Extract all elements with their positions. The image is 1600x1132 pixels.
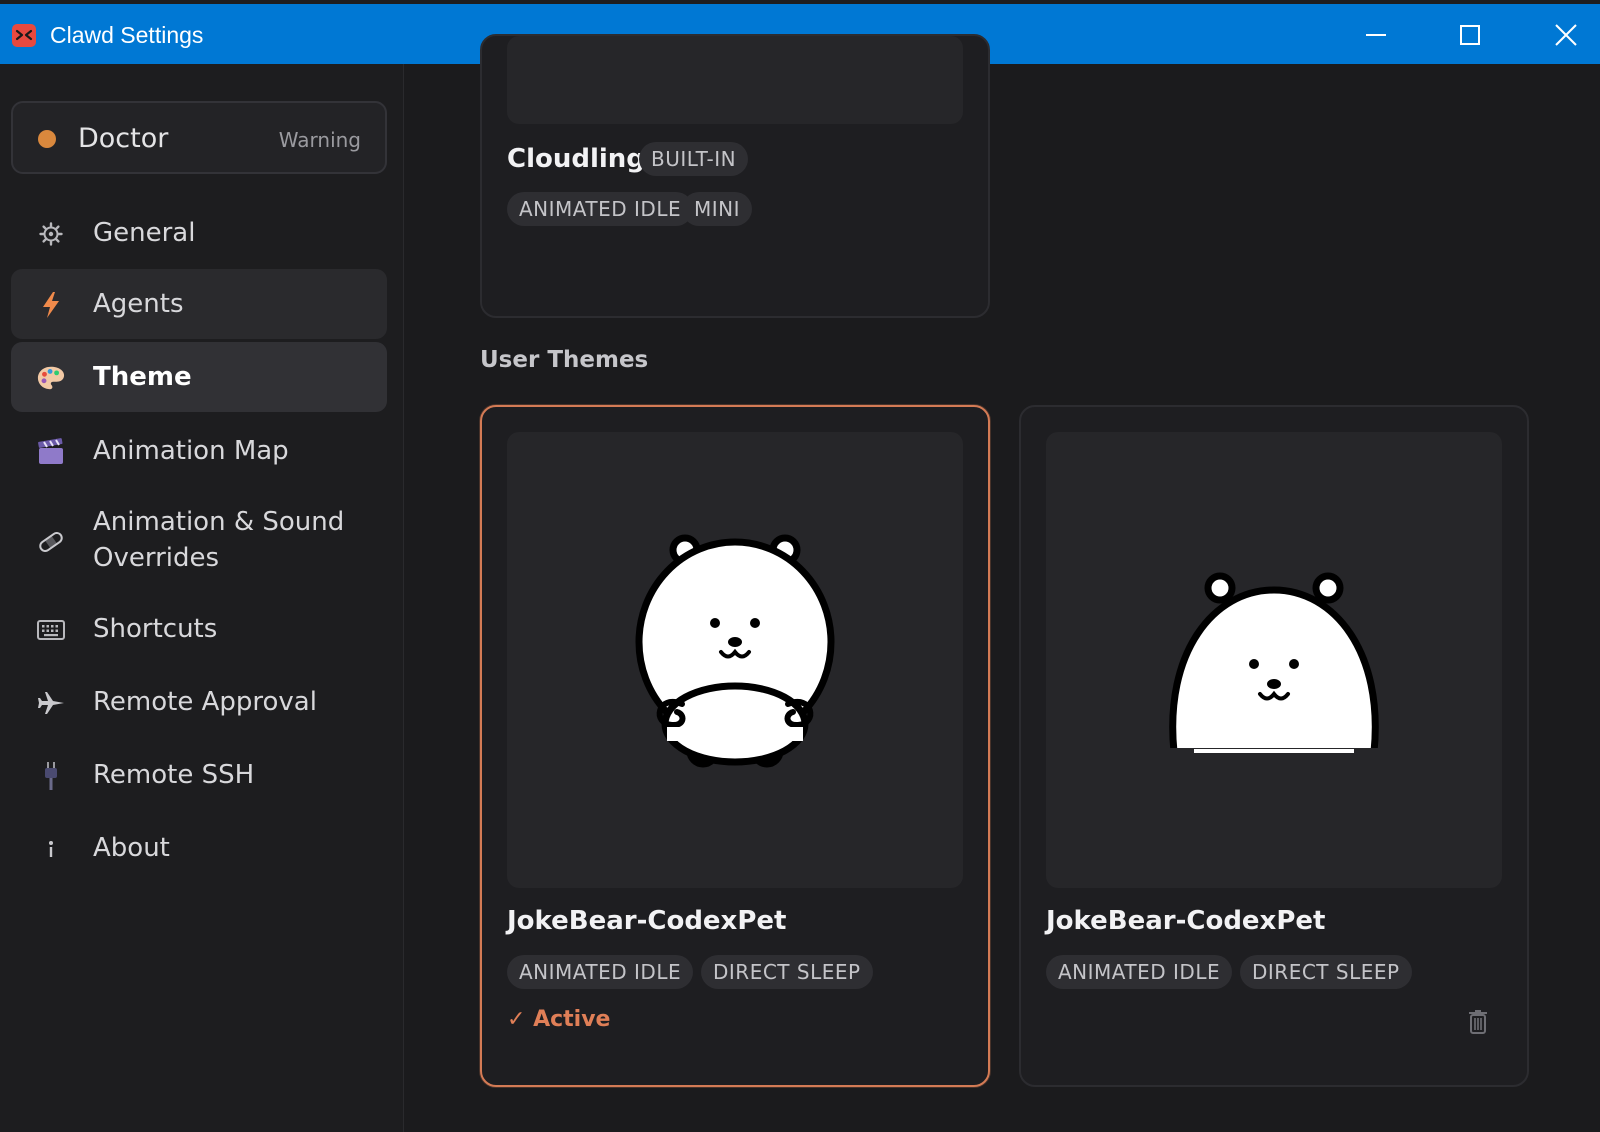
lightning-icon bbox=[37, 291, 65, 319]
sidebar-item-label-line1: Animation & Sound bbox=[93, 507, 345, 537]
theme-preview bbox=[1046, 432, 1502, 888]
theme-tag: DIRECT SLEEP bbox=[701, 955, 873, 989]
theme-page: Cloudling BUILT-IN ANIMATED IDLE MINI Us… bbox=[405, 34, 1600, 1132]
user-themes-heading: User Themes bbox=[480, 347, 649, 373]
doctor-status-card[interactable]: Doctor Warning bbox=[11, 101, 387, 174]
sidebar-item-label: About bbox=[93, 833, 170, 863]
bear-sitting-sprite bbox=[1168, 572, 1380, 762]
theme-name: JokeBear-CodexPet bbox=[507, 906, 787, 936]
sidebar-item-label: Remote Approval bbox=[93, 687, 317, 717]
sidebar-item-shortcuts[interactable]: Shortcuts bbox=[11, 594, 387, 664]
close-button[interactable] bbox=[1543, 14, 1589, 56]
theme-preview bbox=[507, 432, 963, 888]
trash-icon[interactable] bbox=[1468, 1009, 1488, 1035]
sidebar-item-remote-approval[interactable]: Remote Approval bbox=[11, 667, 387, 737]
sidebar-item-about[interactable]: About bbox=[11, 813, 387, 883]
sidebar-item-remote-ssh[interactable]: Remote SSH bbox=[11, 740, 387, 810]
sidebar-item-animation-map[interactable]: Animation Map bbox=[11, 416, 387, 486]
maximize-button[interactable] bbox=[1447, 14, 1493, 56]
bear-standing-sprite bbox=[635, 534, 835, 768]
bandage-icon bbox=[37, 528, 65, 556]
gear-icon bbox=[37, 220, 65, 248]
sidebar-item-agents[interactable]: Agents bbox=[11, 269, 387, 339]
minimize-button[interactable] bbox=[1353, 14, 1399, 56]
built-in-badge: BUILT-IN bbox=[639, 142, 749, 176]
doctor-label: Doctor bbox=[78, 123, 169, 154]
palette-icon bbox=[37, 364, 65, 392]
theme-tag: ANIMATED IDLE bbox=[1046, 955, 1233, 989]
sidebar-item-label: Shortcuts bbox=[93, 614, 218, 644]
sidebar-item-label: General bbox=[93, 218, 196, 248]
background-window-strip bbox=[0, 0, 1600, 4]
sidebar-item-label-line2: Overrides bbox=[93, 543, 220, 573]
active-indicator: ✓ Active bbox=[507, 1007, 611, 1032]
sidebar-item-theme[interactable]: Theme bbox=[11, 342, 387, 412]
theme-card-cloudling[interactable]: Cloudling BUILT-IN ANIMATED IDLE MINI bbox=[480, 34, 990, 318]
airplane-icon bbox=[37, 689, 65, 717]
theme-card-jokebear-active[interactable]: JokeBear-CodexPet ANIMATED IDLE DIRECT S… bbox=[480, 405, 990, 1087]
minimize-icon bbox=[1366, 34, 1386, 36]
doctor-status: Warning bbox=[278, 128, 361, 152]
sidebar-item-label: Theme bbox=[93, 362, 192, 392]
theme-name: JokeBear-CodexPet bbox=[1046, 906, 1326, 936]
plug-icon bbox=[37, 762, 65, 790]
maximize-icon bbox=[1460, 25, 1480, 45]
sidebar-item-label: Animation & Sound Overrides bbox=[93, 504, 344, 576]
sidebar: Doctor Warning General Agents Theme Anim… bbox=[0, 64, 404, 1132]
close-icon bbox=[1555, 24, 1577, 46]
theme-tag: ANIMATED IDLE bbox=[507, 955, 694, 989]
theme-tag: ANIMATED IDLE bbox=[507, 192, 694, 226]
theme-card-jokebear[interactable]: JokeBear-CodexPet ANIMATED IDLE DIRECT S… bbox=[1019, 405, 1529, 1087]
sidebar-item-animation-sound-overrides[interactable]: Animation & Sound Overrides bbox=[11, 488, 387, 594]
clawd-app-icon bbox=[12, 24, 36, 47]
theme-tag: DIRECT SLEEP bbox=[1240, 955, 1412, 989]
theme-preview bbox=[507, 36, 963, 124]
keyboard-icon bbox=[37, 616, 65, 644]
clapperboard-icon bbox=[37, 438, 65, 466]
theme-name: Cloudling bbox=[507, 144, 645, 174]
theme-tag: MINI bbox=[682, 192, 753, 226]
window-title: Clawd Settings bbox=[50, 22, 204, 48]
sidebar-item-general[interactable]: General bbox=[11, 198, 387, 268]
warning-status-dot bbox=[38, 130, 56, 148]
sidebar-item-label: Agents bbox=[93, 289, 184, 319]
sidebar-item-label: Animation Map bbox=[93, 436, 289, 466]
info-icon bbox=[37, 835, 65, 863]
sidebar-item-label: Remote SSH bbox=[93, 760, 255, 790]
